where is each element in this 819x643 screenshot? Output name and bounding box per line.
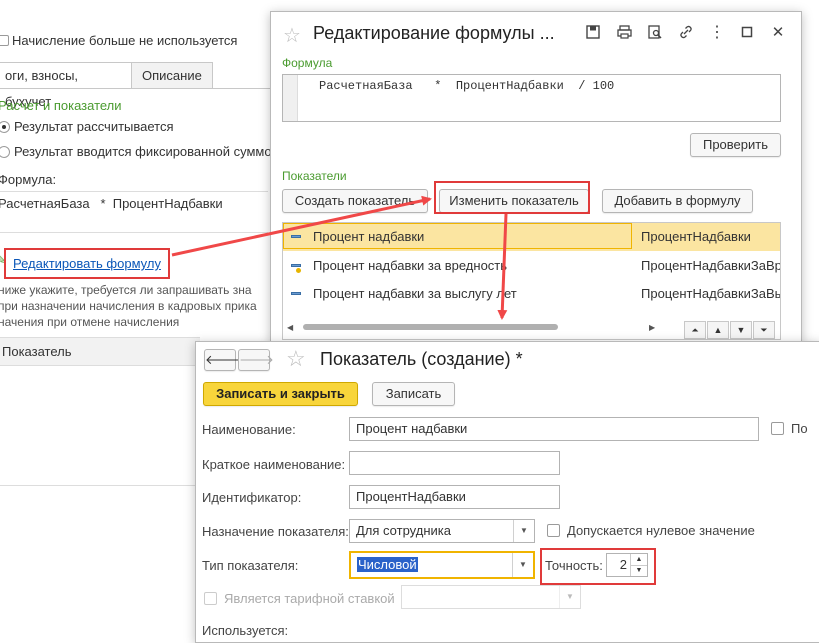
- arrow-to-edit-button: [171, 195, 432, 257]
- annotation-arrows: [171, 195, 508, 320]
- arrow-to-indicator-window: [497, 213, 508, 320]
